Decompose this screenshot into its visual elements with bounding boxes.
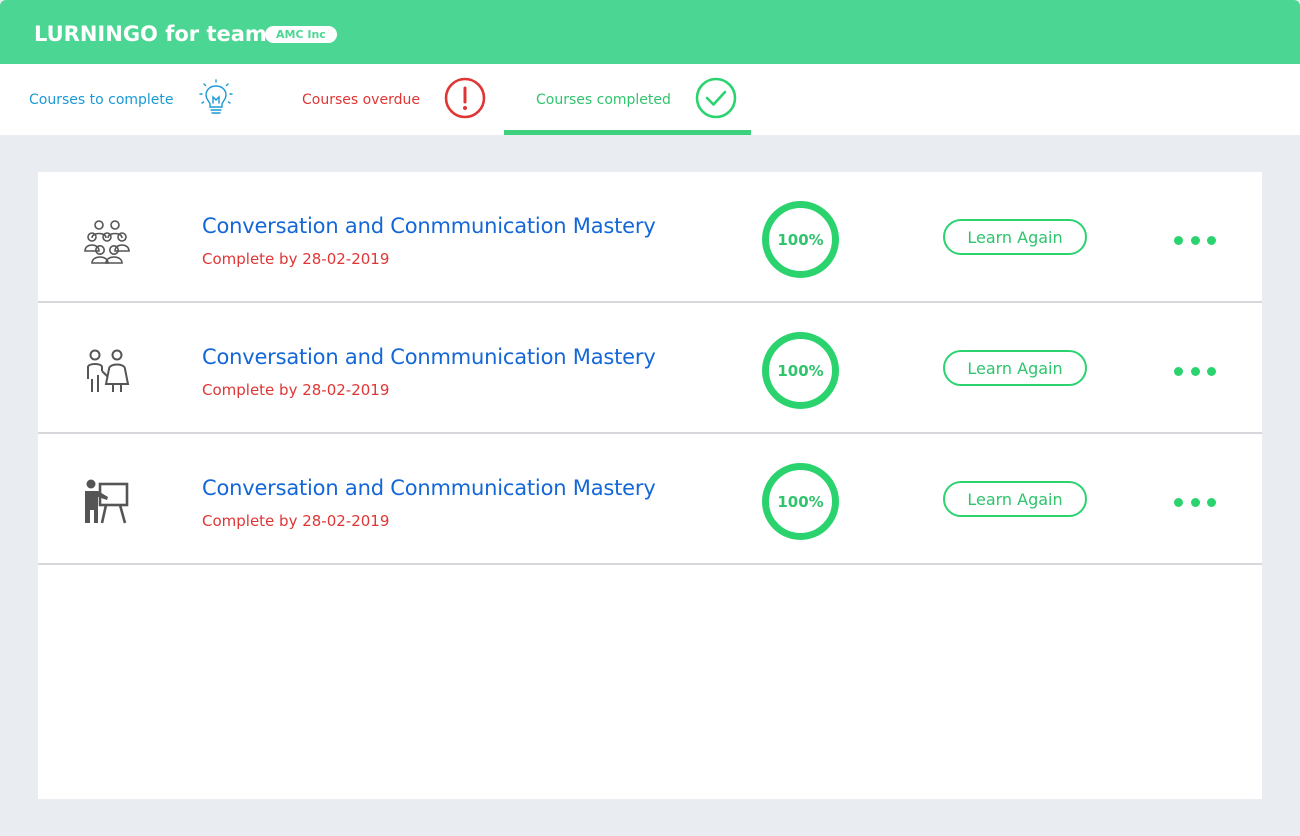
more-options-button[interactable] [1174, 363, 1216, 379]
course-row: Conversation and Conmmunication Mastery … [38, 172, 1262, 303]
tab-label: Courses to complete [29, 91, 174, 108]
presenter-board-icon [82, 478, 132, 528]
course-list-card: Conversation and Conmmunication Mastery … [38, 172, 1262, 799]
couple-icon [82, 347, 132, 397]
active-tab-indicator [504, 130, 751, 135]
learn-again-button[interactable]: Learn Again [943, 350, 1087, 386]
tab-label: Courses completed [536, 91, 671, 108]
course-title[interactable]: Conversation and Conmmunication Mastery [202, 214, 656, 238]
tab-bar: Courses to complete Courses overdue Cour… [0, 64, 1300, 135]
progress-ring: 100% [762, 463, 839, 540]
progress-label: 100% [777, 492, 824, 511]
progress-label: 100% [777, 230, 824, 249]
progress-ring: 100% [762, 332, 839, 409]
due-date: Complete by 28-02-2019 [202, 381, 390, 399]
brand-title[interactable]: LURNINGO for teams [34, 20, 279, 48]
more-dots-icon [1190, 235, 1200, 245]
more-dots-icon [1190, 366, 1200, 376]
more-dots-icon [1174, 366, 1183, 376]
due-date: Complete by 28-02-2019 [202, 250, 390, 268]
group-people-icon [82, 216, 132, 266]
due-date: Complete by 28-02-2019 [202, 512, 390, 530]
checkmark-circle-icon [695, 77, 737, 123]
more-dots-icon [1207, 366, 1216, 376]
more-options-button[interactable] [1174, 232, 1216, 248]
learn-again-button[interactable]: Learn Again [943, 219, 1087, 255]
lightbulb-icon [198, 78, 234, 121]
learn-again-button[interactable]: Learn Again [943, 481, 1087, 517]
course-title[interactable]: Conversation and Conmmunication Mastery [202, 345, 656, 369]
more-dots-icon [1190, 497, 1200, 507]
more-dots-icon [1207, 497, 1216, 507]
tab-label: Courses overdue [302, 91, 420, 108]
tab-courses-overdue[interactable]: Courses overdue [302, 64, 486, 135]
tab-courses-to-complete[interactable]: Courses to complete [29, 64, 234, 135]
more-dots-icon [1174, 497, 1183, 507]
course-row: Conversation and Conmmunication Mastery … [38, 434, 1262, 565]
course-row: Conversation and Conmmunication Mastery … [38, 303, 1262, 434]
more-dots-icon [1207, 235, 1216, 245]
more-options-button[interactable] [1174, 494, 1216, 510]
tab-courses-completed[interactable]: Courses completed [504, 64, 751, 135]
progress-ring: 100% [762, 201, 839, 278]
app-header: LURNINGO for teams AMC Inc [0, 0, 1300, 64]
course-title[interactable]: Conversation and Conmmunication Mastery [202, 476, 656, 500]
exclamation-circle-icon [444, 77, 486, 123]
more-dots-icon [1174, 235, 1183, 245]
progress-label: 100% [777, 361, 824, 380]
org-badge: AMC Inc [265, 26, 337, 43]
